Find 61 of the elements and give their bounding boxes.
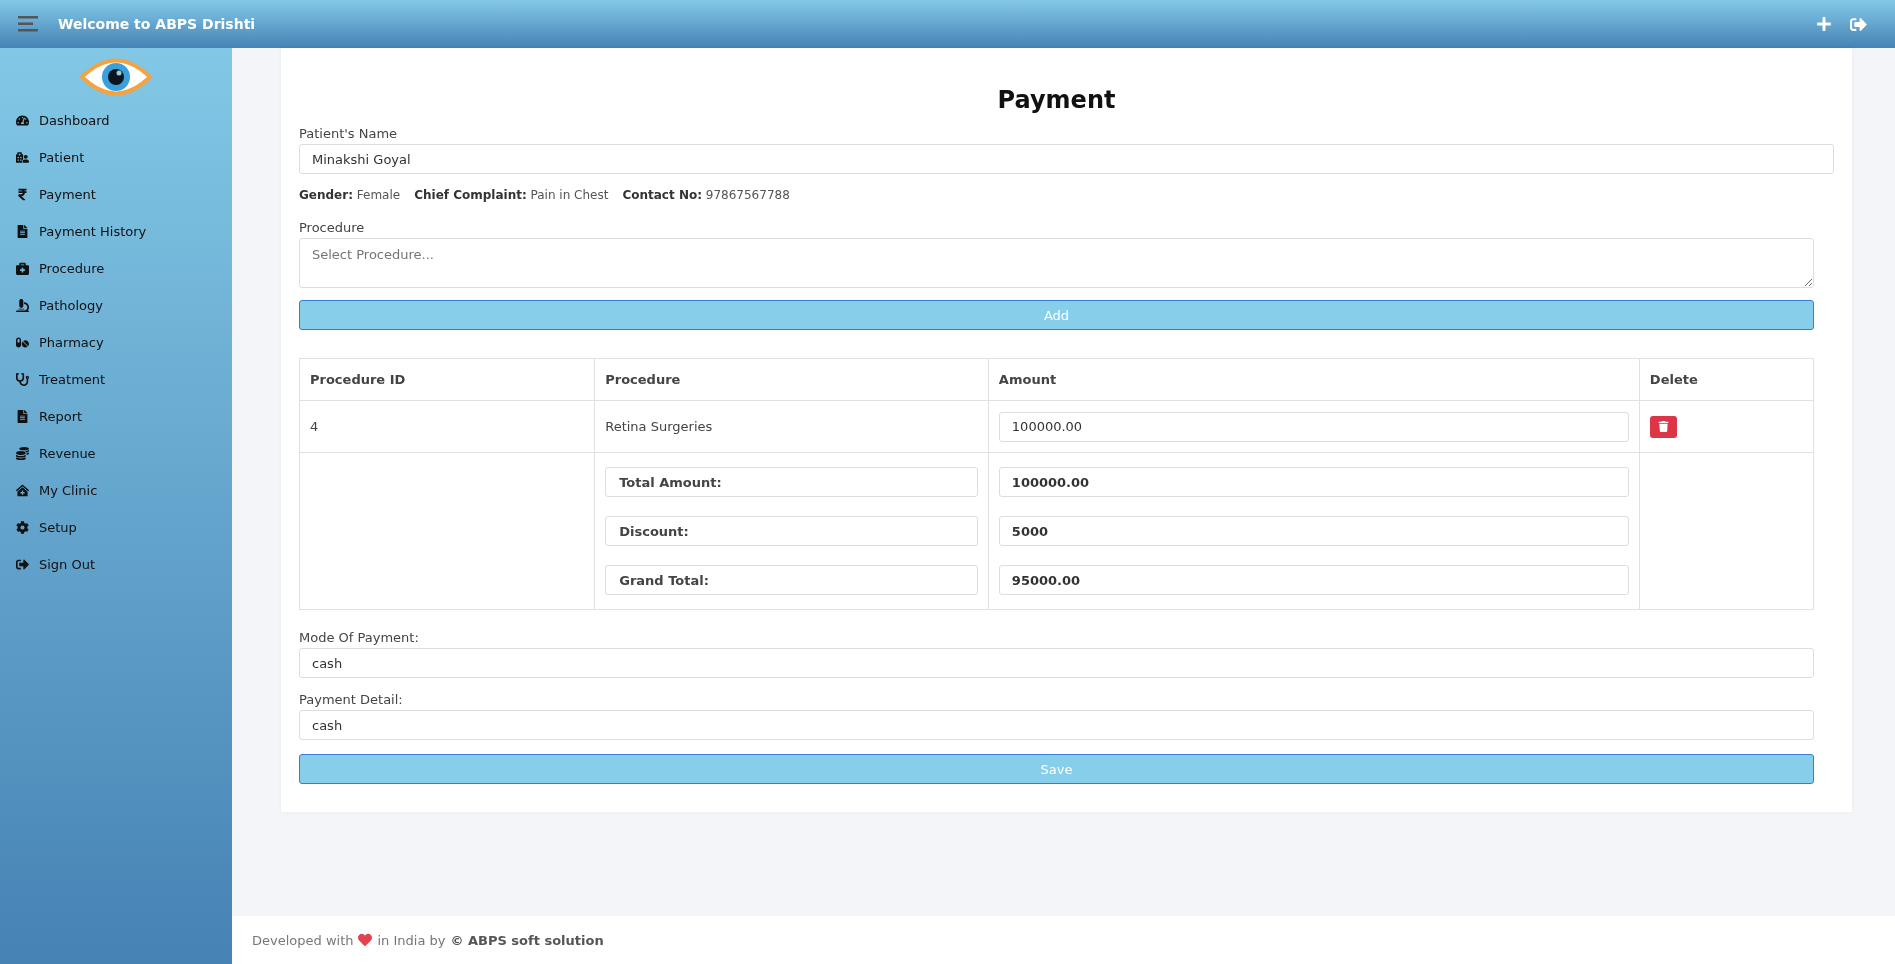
footer-brand: © ABPS soft solution [450, 932, 604, 948]
column-header: Amount [988, 358, 1640, 401]
summary-label: Grand Total: [605, 565, 978, 595]
input-field[interactable]: Select Procedure... [299, 238, 1814, 288]
sign-out-icon [16, 558, 29, 571]
sidebar-item[interactable]: Sign Out [0, 546, 232, 583]
field-label: Payment Detail: [299, 692, 404, 707]
sidebar-item[interactable]: Pathology [0, 287, 232, 324]
pills-icon [16, 336, 29, 349]
column-header: Procedure [594, 358, 989, 401]
patient-info: Chief Complaint: Pain in Chest [414, 188, 609, 202]
coins-icon [16, 447, 29, 460]
patient-info: Contact No: 97867567788 [622, 188, 790, 202]
heart-icon [358, 933, 373, 947]
input-field[interactable]: cash [299, 648, 1814, 678]
summary-label: Discount: [605, 516, 978, 546]
trash-icon [1657, 421, 1669, 432]
input-field[interactable]: cash [299, 710, 1814, 740]
sidebar-item[interactable]: Pharmacy [0, 324, 232, 361]
rupee-icon [16, 188, 29, 201]
summary-field[interactable]: 5000 [998, 516, 1629, 546]
sidebar-item[interactable]: Procedure [0, 250, 232, 287]
sidebar-item[interactable]: Setup [0, 509, 232, 546]
footer-text: Developed with [252, 932, 354, 948]
patient-icon [16, 151, 29, 164]
field-label: Patient's Name [299, 126, 399, 141]
sidebar-item[interactable]: My Clinic [0, 472, 232, 509]
stethoscope-icon [16, 373, 29, 386]
field-label: Procedure [299, 220, 366, 235]
patient-info: Gender: Female [299, 188, 401, 202]
summary-field[interactable]: 95000.00 [998, 565, 1629, 595]
field-label: Mode Of Payment: [299, 630, 420, 645]
summary-label: Total Amount: [605, 467, 978, 497]
sidebar-item[interactable]: Patient [0, 139, 232, 176]
sidebar-item[interactable]: Report [0, 398, 232, 435]
amount-field[interactable]: 100000.00 [998, 411, 1629, 442]
medkit-icon [16, 262, 29, 275]
table-cell: 4 [299, 400, 595, 453]
document-icon [16, 410, 29, 423]
app-title: Welcome to ABPS Drishti [58, 16, 257, 32]
sidebar-item[interactable]: Payment History [0, 213, 232, 250]
delete-button[interactable] [1649, 415, 1677, 438]
table-cell: Retina Surgeries [594, 400, 989, 453]
menu-icon[interactable] [18, 15, 40, 33]
sidebar-item[interactable]: Payment [0, 176, 232, 213]
sidebar-item[interactable]: Dashboard [0, 102, 232, 139]
sidebar-item[interactable]: Revenue [0, 435, 232, 472]
document-icon [16, 225, 29, 238]
gauge-icon [16, 114, 29, 127]
column-header: Procedure ID [299, 358, 595, 401]
summary-field[interactable]: 100000.00 [998, 467, 1629, 497]
add-icon[interactable] [1816, 16, 1832, 32]
page-title: Payment [996, 86, 1117, 114]
settings-icon [16, 521, 29, 534]
microscope-icon [16, 299, 29, 312]
clinic-icon [16, 484, 29, 497]
sign-out-icon[interactable] [1850, 15, 1867, 33]
footer-text: in India by [377, 932, 446, 948]
column-header: Delete [1639, 358, 1814, 401]
input-field[interactable]: Minakshi Goyal [299, 144, 1834, 174]
sidebar-item[interactable]: Treatment [0, 361, 232, 398]
